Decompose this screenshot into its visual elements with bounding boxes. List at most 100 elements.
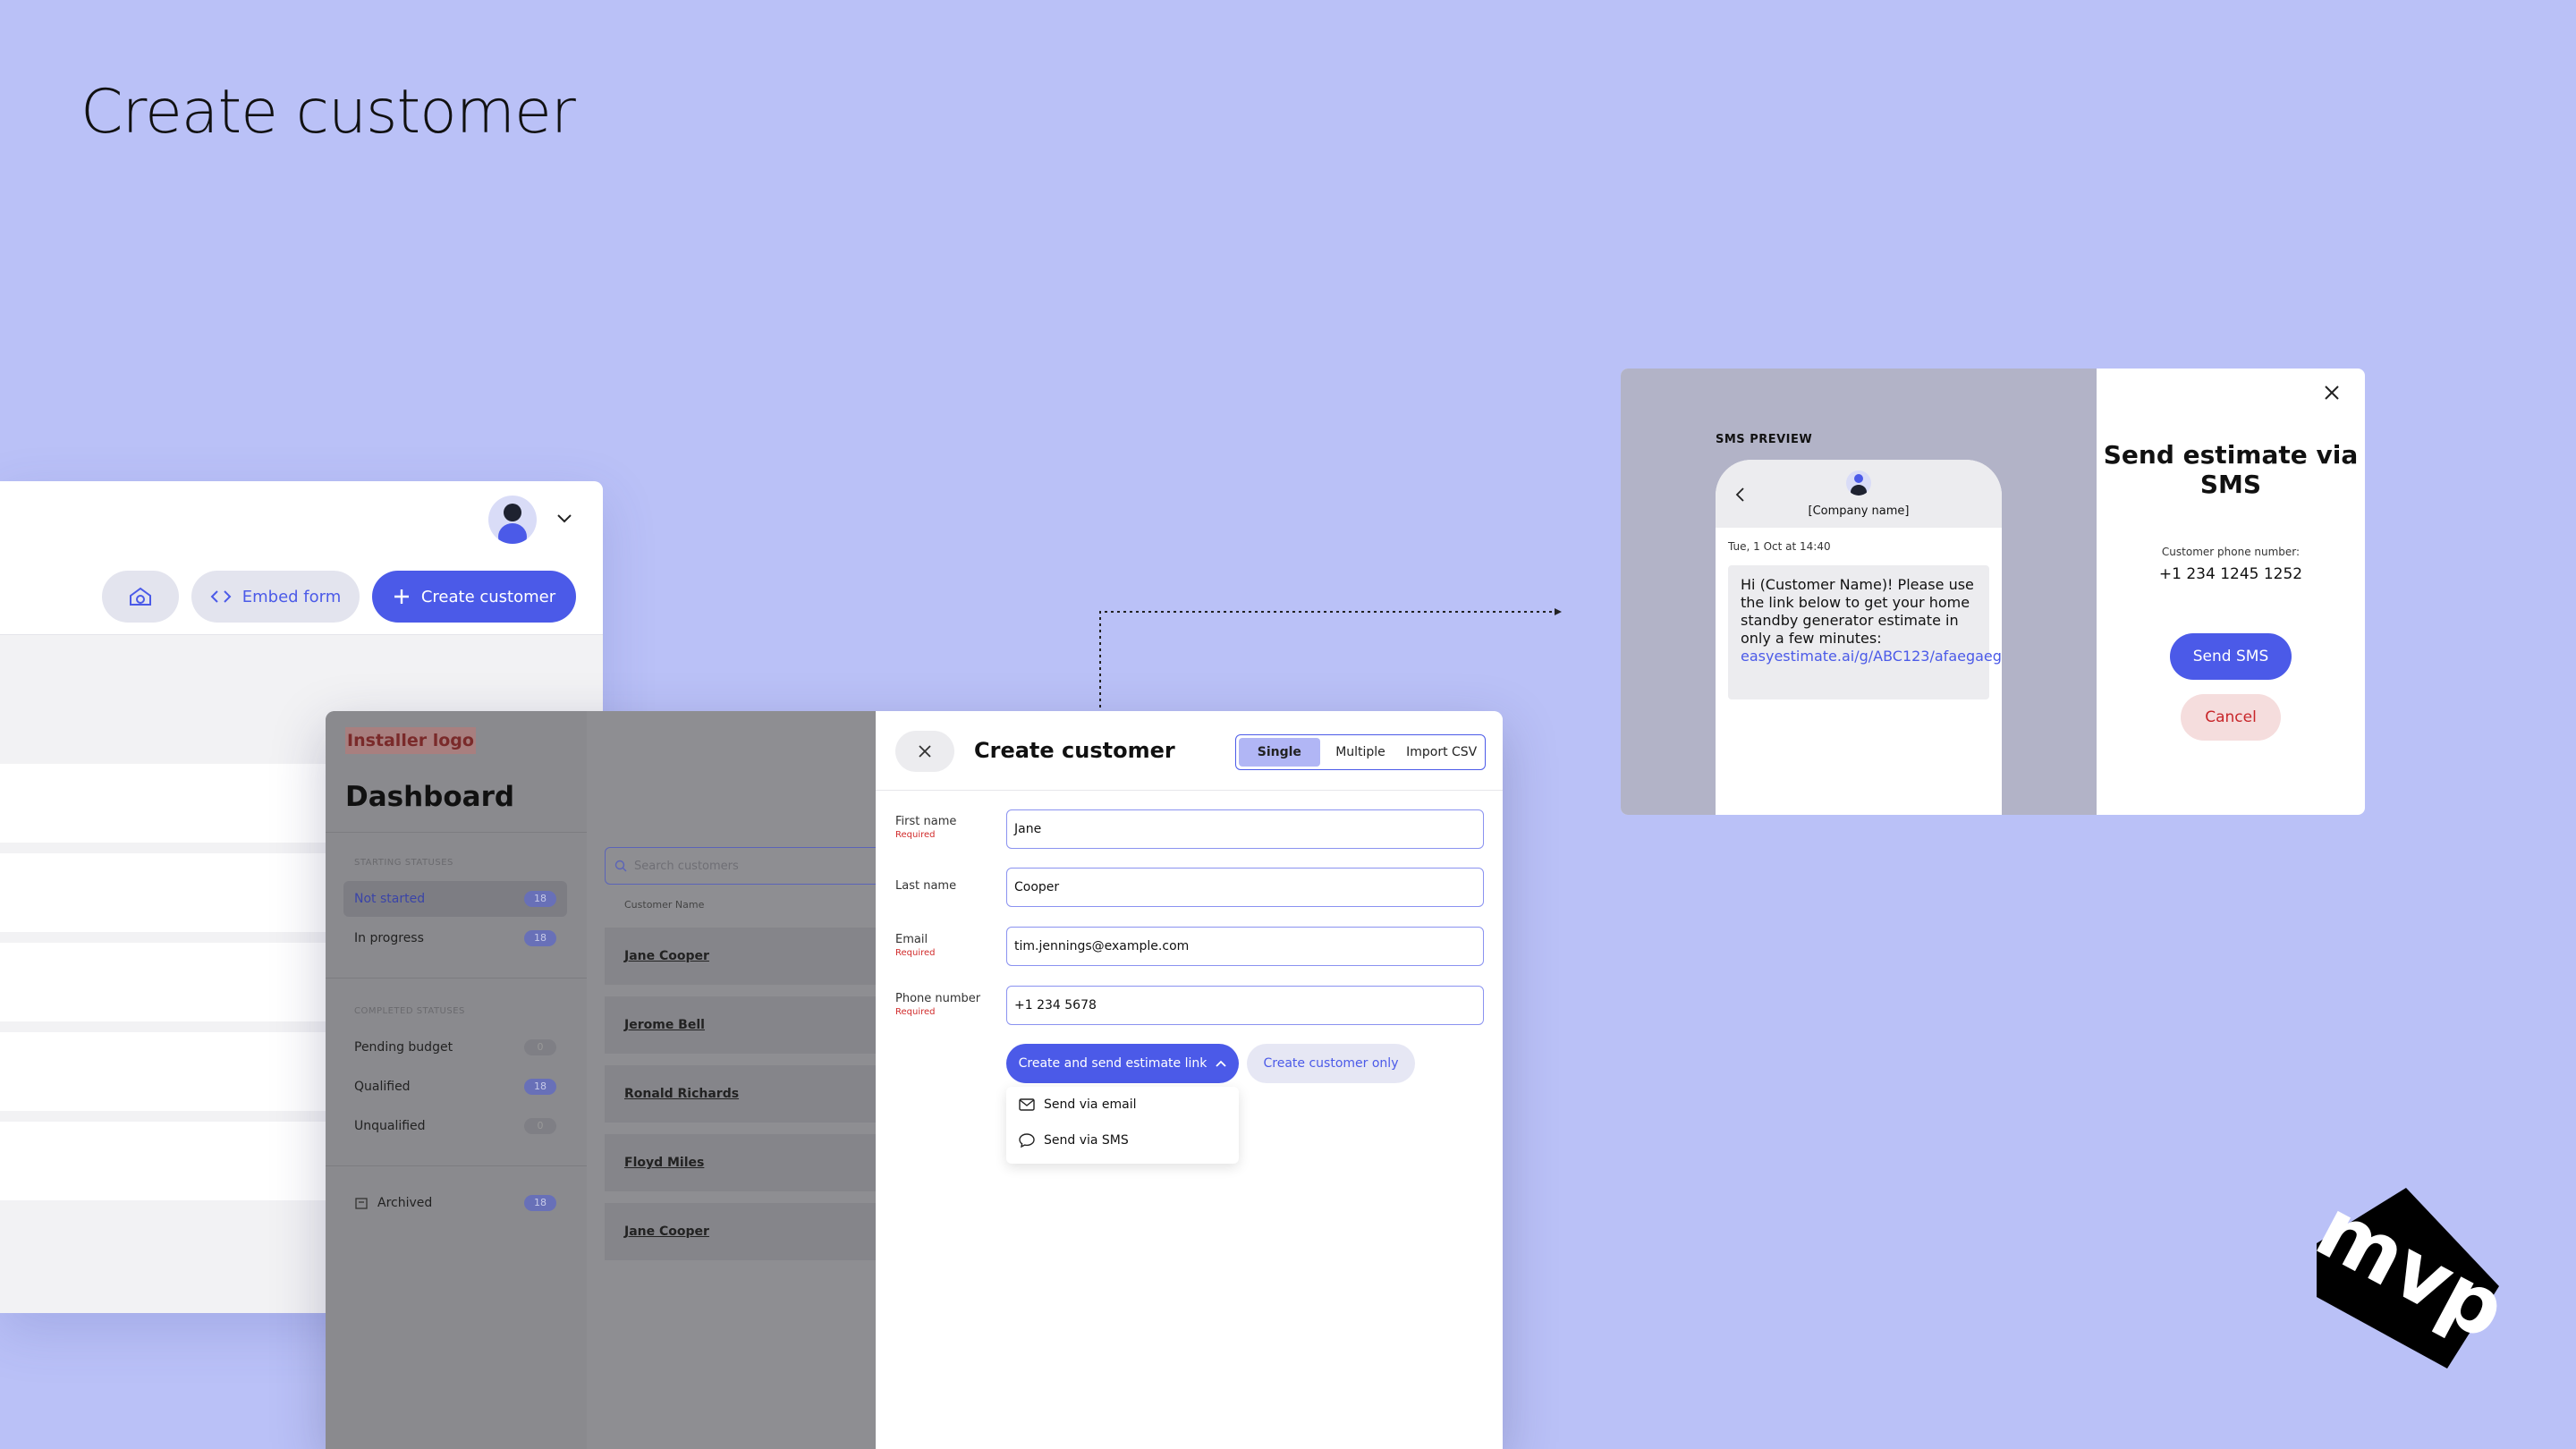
status-count: 18 (524, 1195, 556, 1211)
form-title: Create customer (974, 738, 1175, 763)
required-label: Required (895, 830, 936, 840)
create-and-send-button[interactable]: Create and send estimate link (1006, 1044, 1239, 1083)
page-title: Create customer (80, 77, 576, 148)
mail-icon (1019, 1098, 1035, 1111)
status-label: In progress (354, 931, 424, 945)
company-avatar (1846, 470, 1871, 496)
status-unqualified[interactable]: Unqualified 0 (343, 1108, 567, 1144)
company-name: [Company name] (1808, 504, 1910, 518)
chevron-up-icon (1216, 1060, 1226, 1067)
code-icon (210, 590, 232, 603)
dashboard-sidebar: Installer logo Dashboard STARTING STATUS… (326, 711, 587, 1449)
connector-arrow (1099, 608, 1562, 714)
message-bubble: Hi (Customer Name)! Please use the link … (1728, 565, 2002, 699)
tab-single[interactable]: Single (1239, 738, 1320, 767)
menu-item-label: Send via email (1044, 1097, 1137, 1112)
phone-number-label: Customer phone number: (2161, 546, 2301, 558)
create-customer-button[interactable]: Create customer (372, 571, 576, 623)
status-pending-budget[interactable]: Pending budget 0 (343, 1030, 567, 1065)
table-row[interactable]: Jane Cooper (605, 928, 891, 985)
create-customer-label: Create customer (420, 587, 556, 606)
field-label: Email (895, 933, 928, 946)
first-name-field[interactable]: Jane (1006, 809, 1484, 849)
create-customer-panel: Create customer Single Multiple Import C… (876, 711, 1503, 1449)
sms-preview-pane: SMS PREVIEW [Company name] Tue, 1 Oct at… (1621, 369, 2097, 815)
phone-header: [Company name] (1716, 460, 2002, 528)
sms-preview-label: SMS PREVIEW (1716, 433, 1813, 446)
phone-number-value: +1 234 1245 1252 (2158, 565, 2303, 583)
send-sms-button[interactable]: Send SMS (2170, 633, 2292, 680)
status-count: 0 (524, 1118, 556, 1134)
field-label: First name (895, 815, 957, 828)
menu-item-send-sms[interactable]: Send via SMS (1019, 1133, 1129, 1148)
status-qualified[interactable]: Qualified 18 (343, 1069, 567, 1105)
status-label: Pending budget (354, 1040, 453, 1055)
create-and-send-label: Create and send estimate link (1018, 1056, 1208, 1071)
dashboard-window: Installer logo Dashboard STARTING STATUS… (326, 711, 1503, 1449)
menu-item-label: Send via SMS (1044, 1133, 1129, 1148)
starting-statuses-label: STARTING STATUSES (354, 858, 453, 868)
required-label: Required (895, 948, 936, 958)
archive-icon (355, 1198, 368, 1209)
column-header: Customer Name (624, 899, 705, 911)
status-count: 18 (524, 930, 556, 946)
phone-label: Phone number Required (895, 992, 980, 1017)
divider (876, 790, 1503, 791)
last-name-field[interactable]: Cooper (1006, 868, 1484, 907)
last-name-label: Last name (895, 879, 957, 893)
table-row[interactable]: Jane Cooper (605, 1203, 891, 1260)
dashboard-title: Dashboard (345, 781, 515, 813)
chevron-down-icon[interactable] (555, 508, 574, 528)
message-date: Tue, 1 Oct at 14:40 (1728, 540, 1831, 553)
status-archived[interactable]: Archived 18 (343, 1185, 567, 1221)
menu-item-send-email[interactable]: Send via email (1019, 1097, 1137, 1112)
email-label: Email Required (895, 933, 936, 958)
camera-house-icon (130, 587, 151, 606)
avatar[interactable] (488, 496, 537, 544)
status-label: Archived (377, 1196, 433, 1210)
send-sms-modal: SMS PREVIEW [Company name] Tue, 1 Oct at… (1621, 369, 2365, 815)
status-label: Unqualified (354, 1119, 426, 1133)
divider (326, 832, 587, 833)
field-label: Phone number (895, 992, 981, 1005)
first-name-label: First name Required (895, 815, 956, 840)
dashboard-dimmed: Installer logo Dashboard STARTING STATUS… (326, 711, 891, 1449)
divider (326, 978, 587, 979)
phone-mockup: [Company name] Tue, 1 Oct at 14:40 Hi (C… (1716, 460, 2002, 815)
table-row[interactable]: Ronald Richards (605, 1065, 891, 1123)
message-text: Hi (Customer Name)! Please use the link … (1741, 576, 1974, 647)
status-count: 18 (524, 1079, 556, 1095)
divider (326, 1165, 587, 1166)
table-row[interactable]: Jerome Bell (605, 996, 891, 1054)
close-icon[interactable] (2324, 385, 2340, 401)
status-count: 18 (524, 891, 556, 907)
sms-modal-title: Send estimate via SMS (2103, 440, 2359, 499)
close-button[interactable] (895, 731, 954, 772)
email-field[interactable]: tim.jennings@example.com (1006, 927, 1484, 966)
camera-house-button[interactable] (102, 571, 179, 623)
estimate-link[interactable]: easyestimate.ai/g/ABC123/afaegaegae (1741, 648, 2002, 665)
required-label: Required (895, 1007, 936, 1017)
create-customer-only-button[interactable]: Create customer only (1247, 1044, 1415, 1083)
status-label: Not started (354, 892, 426, 906)
tab-import-csv[interactable]: Import CSV (1401, 738, 1482, 767)
installer-logo: Installer logo (345, 727, 476, 754)
embed-form-button[interactable]: Embed form (191, 571, 360, 623)
status-not-started[interactable]: Not started 18 (343, 881, 567, 917)
search-input[interactable]: Search customers (605, 847, 891, 885)
tab-multiple[interactable]: Multiple (1320, 738, 1402, 767)
plus-icon (394, 589, 409, 604)
search-icon (614, 860, 627, 872)
cancel-button[interactable]: Cancel (2181, 694, 2281, 741)
background-header: Embed form Create customer (0, 481, 603, 635)
chat-bubble-icon (1019, 1133, 1035, 1148)
send-menu: Send via email Send via SMS (1006, 1087, 1239, 1164)
embed-form-label: Embed form (242, 587, 342, 606)
status-in-progress[interactable]: In progress 18 (343, 920, 567, 956)
completed-statuses-label: COMPLETED STATUSES (354, 1006, 465, 1016)
chevron-left-icon (1735, 487, 1744, 502)
table-row[interactable]: Floyd Miles (605, 1134, 891, 1191)
status-count: 0 (524, 1039, 556, 1055)
mode-tabs: Single Multiple Import CSV (1235, 734, 1486, 770)
phone-field[interactable]: +1 234 5678 (1006, 986, 1484, 1025)
